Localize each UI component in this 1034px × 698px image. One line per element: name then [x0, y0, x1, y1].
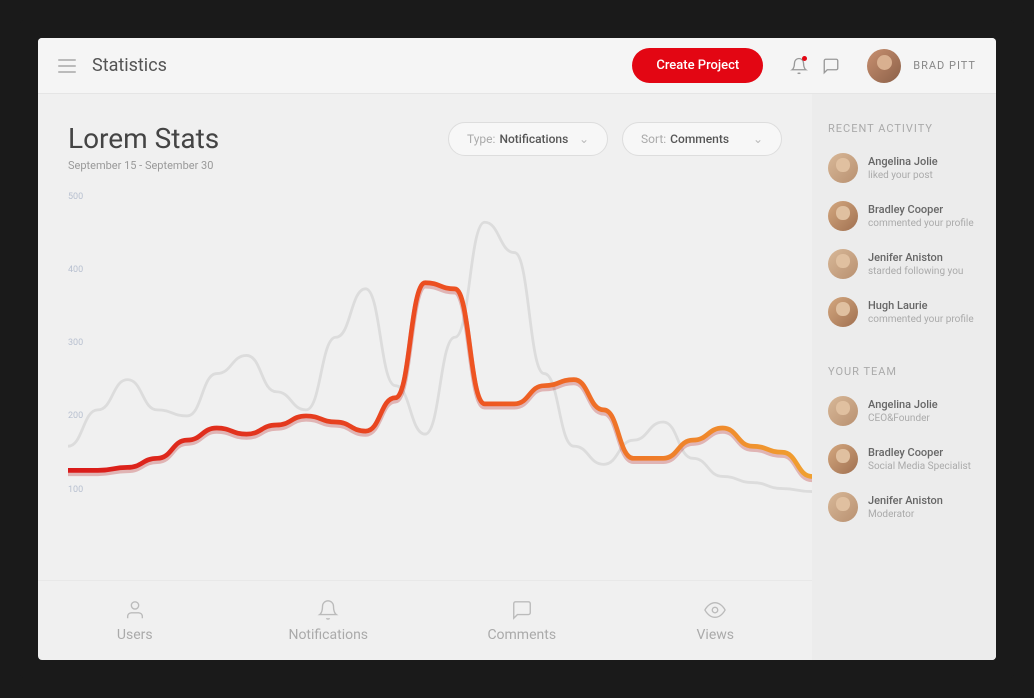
menu-icon[interactable]: [58, 59, 76, 73]
activity-name: Hugh Laurie: [868, 299, 974, 312]
team-name: Angelina Jolie: [868, 398, 938, 411]
tab-label: Notifications: [288, 627, 368, 643]
avatar: [828, 444, 858, 474]
activity-item[interactable]: Angelina Jolie liked your post: [828, 153, 980, 183]
main-content: Lorem Stats September 15 - September 30 …: [38, 94, 812, 660]
y-axis-labels: 500 400 300 200 100: [68, 192, 83, 495]
y-tick: 500: [68, 192, 83, 202]
y-tick: 100: [68, 485, 83, 495]
y-tick: 300: [68, 338, 83, 348]
y-tick: 200: [68, 411, 83, 421]
stats-title: Lorem Stats: [68, 122, 219, 155]
team-role: Moderator: [868, 509, 943, 520]
chart-series-background: [68, 222, 812, 491]
user-avatar[interactable]: [867, 49, 901, 83]
team-item[interactable]: Angelina Jolie CEO&Founder: [828, 396, 980, 426]
avatar: [828, 153, 858, 183]
chart-area: 500 400 300 200 100: [38, 192, 812, 580]
activity-name: Bradley Cooper: [868, 203, 974, 216]
bottom-tabs: Users Notifications Comments Views: [38, 580, 812, 660]
activity-action: commented your profile: [868, 314, 974, 325]
sort-filter-label: Sort:: [641, 132, 666, 146]
activity-item[interactable]: Bradley Cooper commented your profile: [828, 201, 980, 231]
type-filter-label: Type:: [467, 132, 495, 146]
team-name: Bradley Cooper: [868, 446, 971, 459]
avatar: [828, 396, 858, 426]
team-role: Social Media Specialist: [868, 461, 971, 472]
notifications-icon: [317, 599, 339, 621]
activity-action: commented your profile: [868, 218, 974, 229]
team-item[interactable]: Jenifer Aniston Moderator: [828, 492, 980, 522]
notification-dot: [802, 56, 807, 61]
avatar: [828, 492, 858, 522]
users-icon: [124, 599, 146, 621]
messages-icon[interactable]: [815, 50, 847, 82]
right-sidebar: RECENT ACTIVITY Angelina Jolie liked your…: [812, 94, 996, 660]
comments-icon: [511, 599, 533, 621]
activity-action: liked your post: [868, 170, 938, 181]
sort-filter[interactable]: Sort: Comments ⌄: [622, 122, 782, 156]
tab-comments[interactable]: Comments: [425, 581, 619, 660]
team-item[interactable]: Bradley Cooper Social Media Specialist: [828, 444, 980, 474]
activity-name: Jenifer Aniston: [868, 251, 963, 264]
avatar: [828, 297, 858, 327]
sort-filter-value: Comments: [670, 132, 729, 146]
type-filter-value: Notifications: [499, 132, 568, 146]
activity-action: starded following you: [868, 266, 963, 277]
top-bar: Statistics Create Project BRAD PITT: [38, 38, 996, 94]
team-role: CEO&Founder: [868, 413, 938, 424]
tab-users[interactable]: Users: [38, 581, 232, 660]
date-range: September 15 - September 30: [68, 159, 219, 172]
activity-item[interactable]: Hugh Laurie commented your profile: [828, 297, 980, 327]
avatar: [828, 201, 858, 231]
tab-views[interactable]: Views: [619, 581, 813, 660]
create-project-button[interactable]: Create Project: [632, 48, 763, 83]
activity-name: Angelina Jolie: [868, 155, 938, 168]
tab-label: Comments: [487, 627, 556, 643]
page-title: Statistics: [92, 55, 167, 76]
chevron-down-icon: ⌄: [753, 132, 763, 146]
views-icon: [704, 599, 726, 621]
y-tick: 400: [68, 265, 83, 275]
team-name: Jenifer Aniston: [868, 494, 943, 507]
avatar: [828, 249, 858, 279]
your-team-title: YOUR TEAM: [828, 365, 980, 378]
tab-label: Views: [697, 627, 735, 643]
activity-item[interactable]: Jenifer Aniston starded following you: [828, 249, 980, 279]
tab-notifications[interactable]: Notifications: [232, 581, 426, 660]
line-chart: [68, 192, 812, 495]
chevron-down-icon: ⌄: [579, 132, 589, 146]
tab-label: Users: [117, 627, 153, 643]
notifications-icon[interactable]: [783, 50, 815, 82]
recent-activity-title: RECENT ACTIVITY: [828, 122, 980, 135]
username-label: BRAD PITT: [913, 59, 976, 72]
type-filter[interactable]: Type: Notifications ⌄: [448, 122, 608, 156]
